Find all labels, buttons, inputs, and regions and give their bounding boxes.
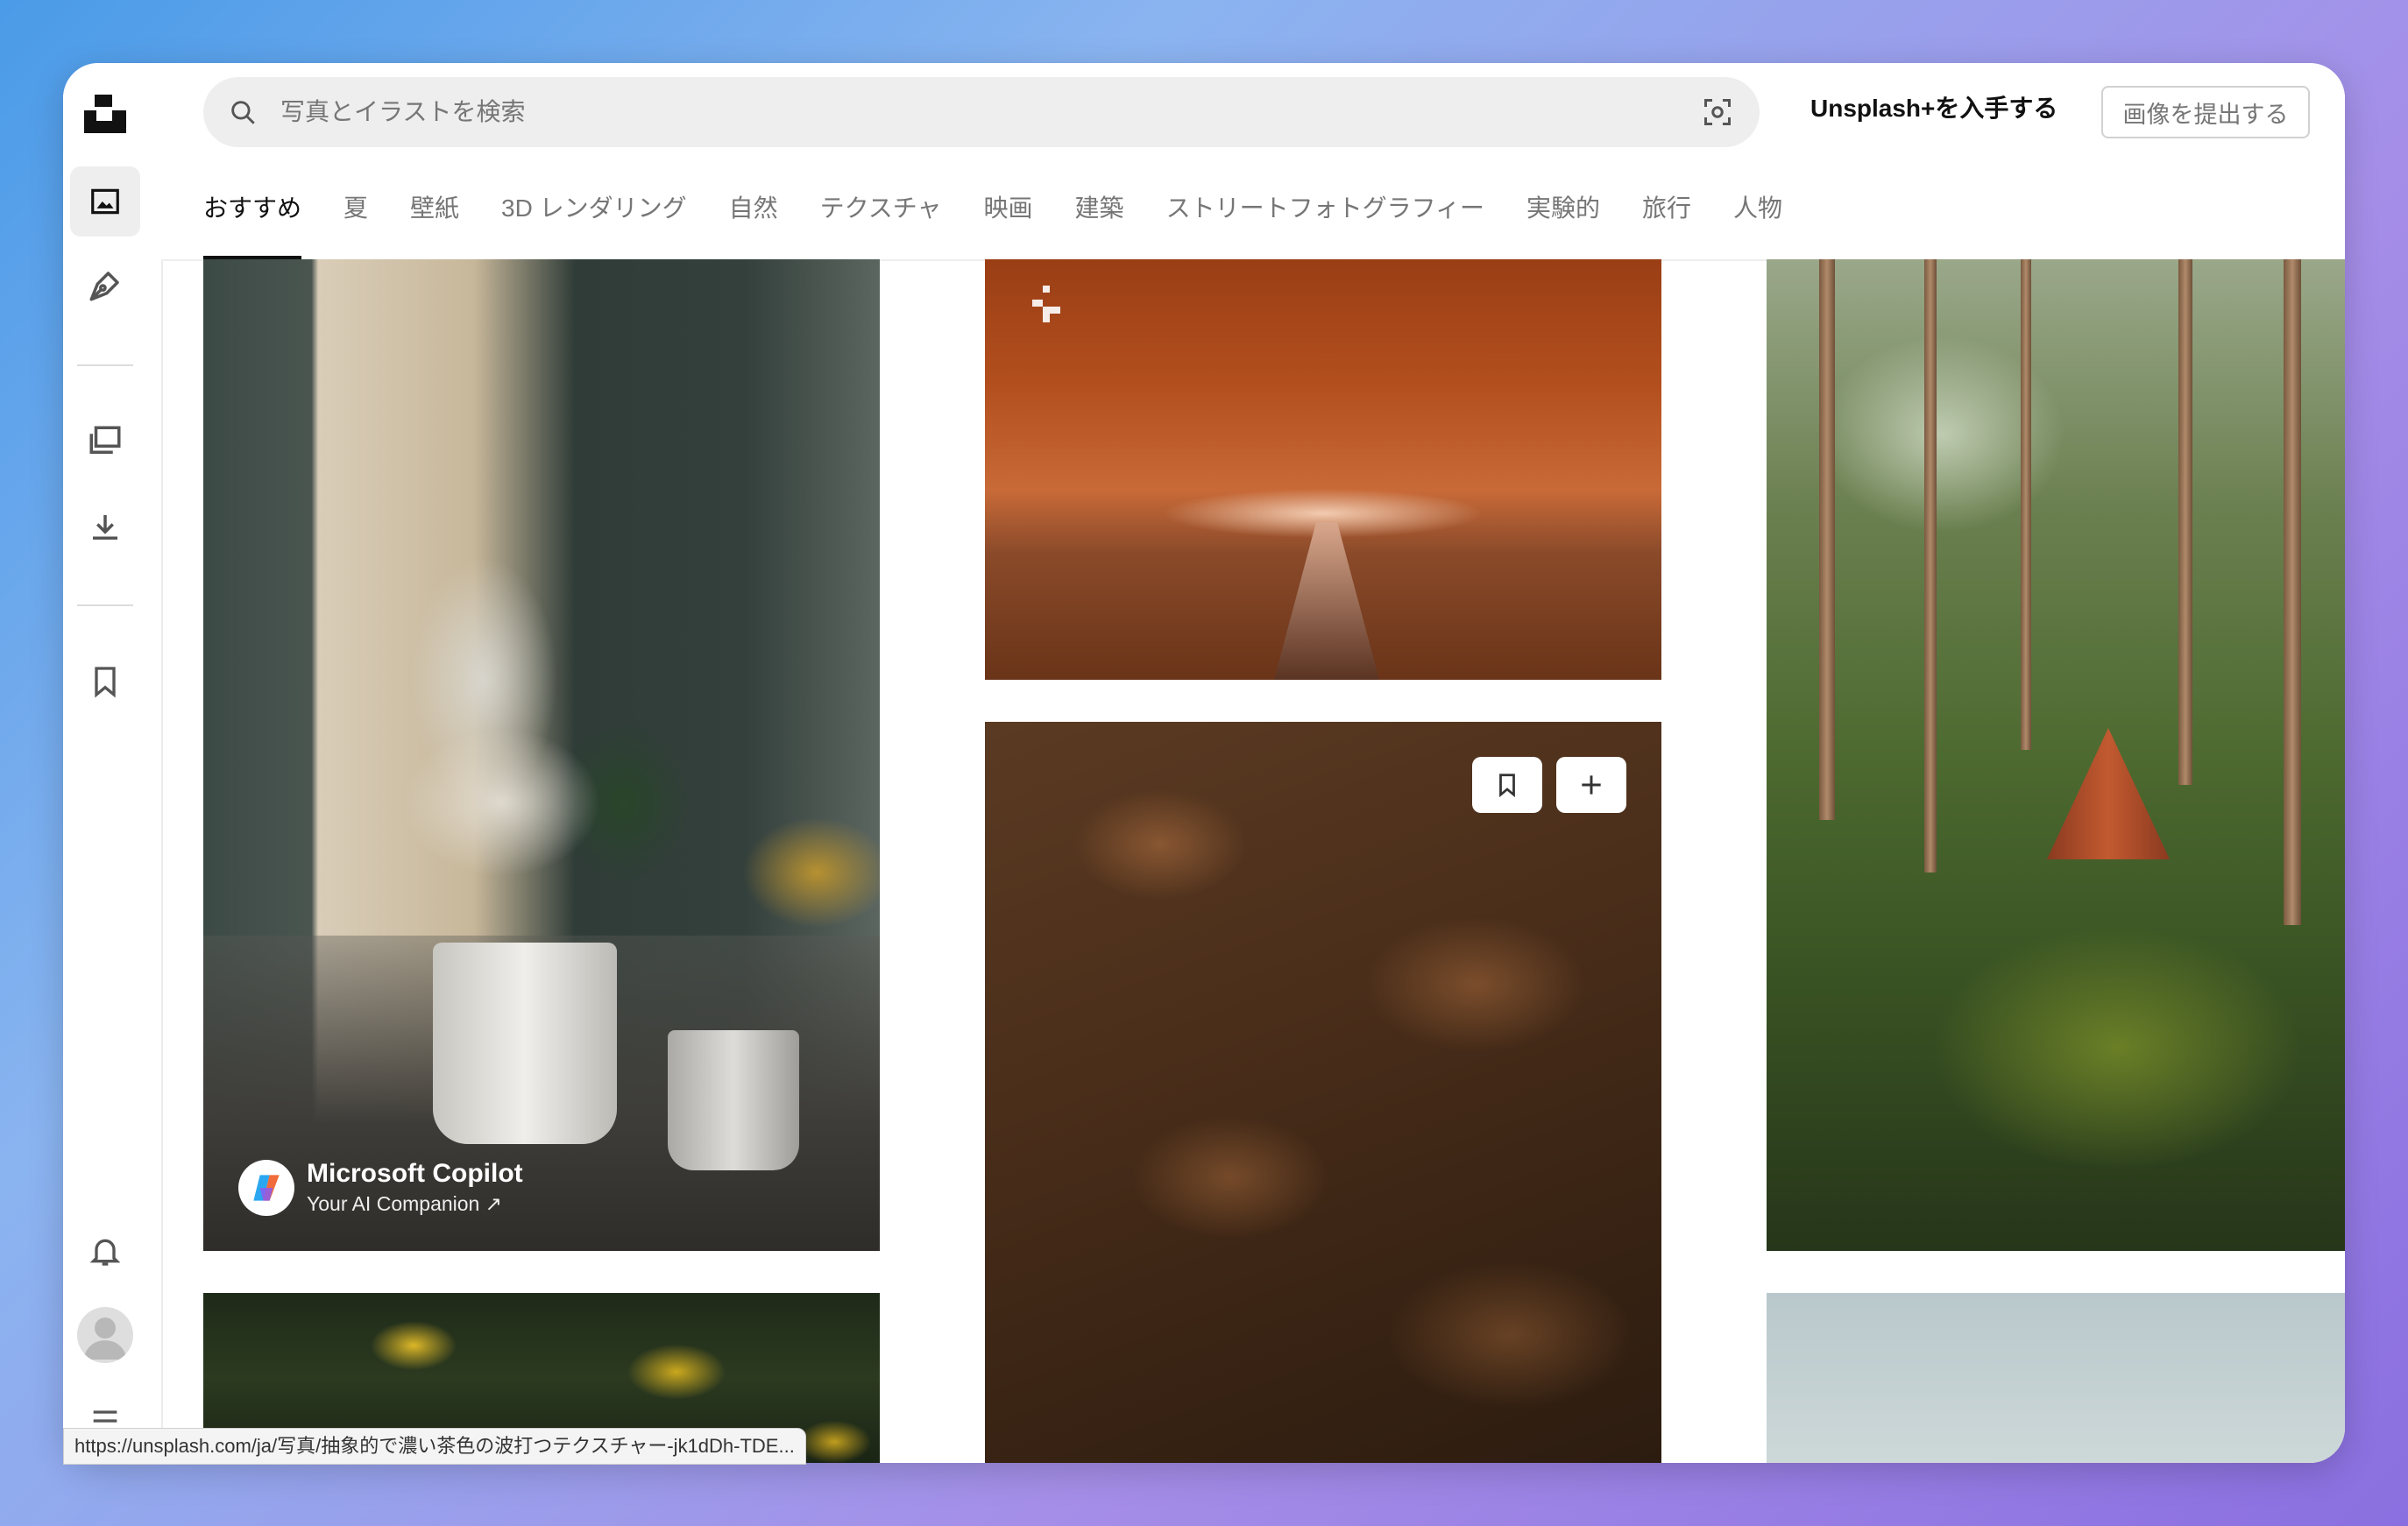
copilot-logo-icon <box>238 1159 294 1216</box>
sponsor-name: Microsoft Copilot <box>307 1159 523 1188</box>
photo-cabin <box>2047 728 2170 859</box>
tab-summer[interactable]: 夏 <box>343 165 368 259</box>
unsplash-logo-mark <box>84 95 126 133</box>
photos-icon[interactable] <box>70 166 140 237</box>
downloads-icon[interactable] <box>70 492 140 562</box>
bell-icon[interactable] <box>70 1216 140 1286</box>
status-bar-url: https://unsplash.com/ja/写真/抽象的で濃い茶色の波打つテ… <box>63 1428 806 1465</box>
search-bar[interactable] <box>203 77 1760 147</box>
illustrations-icon[interactable] <box>70 251 140 321</box>
browser-window: Unsplash+を入手する 画像を提出する おすすめ 夏 壁紙 3D レンダリ… <box>63 63 2345 1463</box>
tab-3d-renders[interactable]: 3D レンダリング <box>501 165 687 259</box>
tab-nature[interactable]: 自然 <box>729 165 778 259</box>
photo-tree-trunk <box>1819 259 1835 820</box>
tab-wallpapers[interactable]: 壁紙 <box>410 165 459 259</box>
search-input[interactable] <box>279 97 1702 127</box>
photo-pot-large <box>433 943 617 1144</box>
photo-woman-potting-plant[interactable]: Microsoft Copilot Your AI Companion ↗ <box>203 259 880 1251</box>
bookmark-button[interactable] <box>1472 757 1542 813</box>
get-unsplash-plus-link[interactable]: Unsplash+を入手する <box>1810 88 2057 130</box>
photo-tree-trunk <box>2284 259 2301 925</box>
photo-stream <box>1274 522 1379 680</box>
tab-people[interactable]: 人物 <box>1733 165 1782 259</box>
add-to-collection-button[interactable] <box>1556 757 1626 813</box>
submit-image-button[interactable]: 画像を提出する <box>2101 86 2310 138</box>
tab-architecture[interactable]: 建築 <box>1075 165 1124 259</box>
unsplash-plus-badge-icon <box>1032 286 1060 322</box>
photo-autumn-forest-stream[interactable] <box>985 259 1661 680</box>
tab-featured[interactable]: おすすめ <box>203 165 302 259</box>
header: Unsplash+を入手する 画像を提出する おすすめ 夏 壁紙 3D レンダリ… <box>161 63 2345 259</box>
photo-pot-small <box>668 1030 799 1170</box>
tab-street-photography[interactable]: ストリートフォトグラフィー <box>1166 165 1484 259</box>
sidebar <box>63 63 163 1463</box>
tab-film[interactable]: 映画 <box>984 165 1033 259</box>
tab-experimental[interactable]: 実験的 <box>1526 165 1600 259</box>
sidebar-divider <box>77 604 133 606</box>
photo-tree-trunk <box>2021 259 2031 750</box>
bookmark-icon[interactable] <box>70 646 140 717</box>
collections-icon[interactable] <box>70 406 140 477</box>
photo-tree-trunk <box>2178 259 2192 785</box>
unsplash-logo[interactable] <box>70 77 140 147</box>
photo-forest-a-frame-cabin[interactable] <box>1767 259 2345 1251</box>
photo-sky-trees[interactable] <box>1767 1293 2345 1463</box>
avatar[interactable] <box>77 1307 133 1363</box>
sponsor-badge[interactable]: Microsoft Copilot Your AI Companion ↗ <box>238 1159 523 1216</box>
search-icon[interactable] <box>228 97 258 127</box>
sidebar-divider <box>77 364 133 366</box>
photo-brown-wavy-texture[interactable] <box>985 722 1661 1463</box>
topic-tabs: おすすめ 夏 壁紙 3D レンダリング 自然 テクスチャ 映画 建築 ストリート… <box>203 165 1824 259</box>
visual-search-icon[interactable] <box>1702 96 1733 128</box>
sponsor-tagline[interactable]: Your AI Companion ↗ <box>307 1192 523 1216</box>
photo-tree-trunk <box>1924 259 1937 873</box>
tab-travel[interactable]: 旅行 <box>1642 165 1691 259</box>
tab-textures[interactable]: テクスチャ <box>820 165 942 259</box>
